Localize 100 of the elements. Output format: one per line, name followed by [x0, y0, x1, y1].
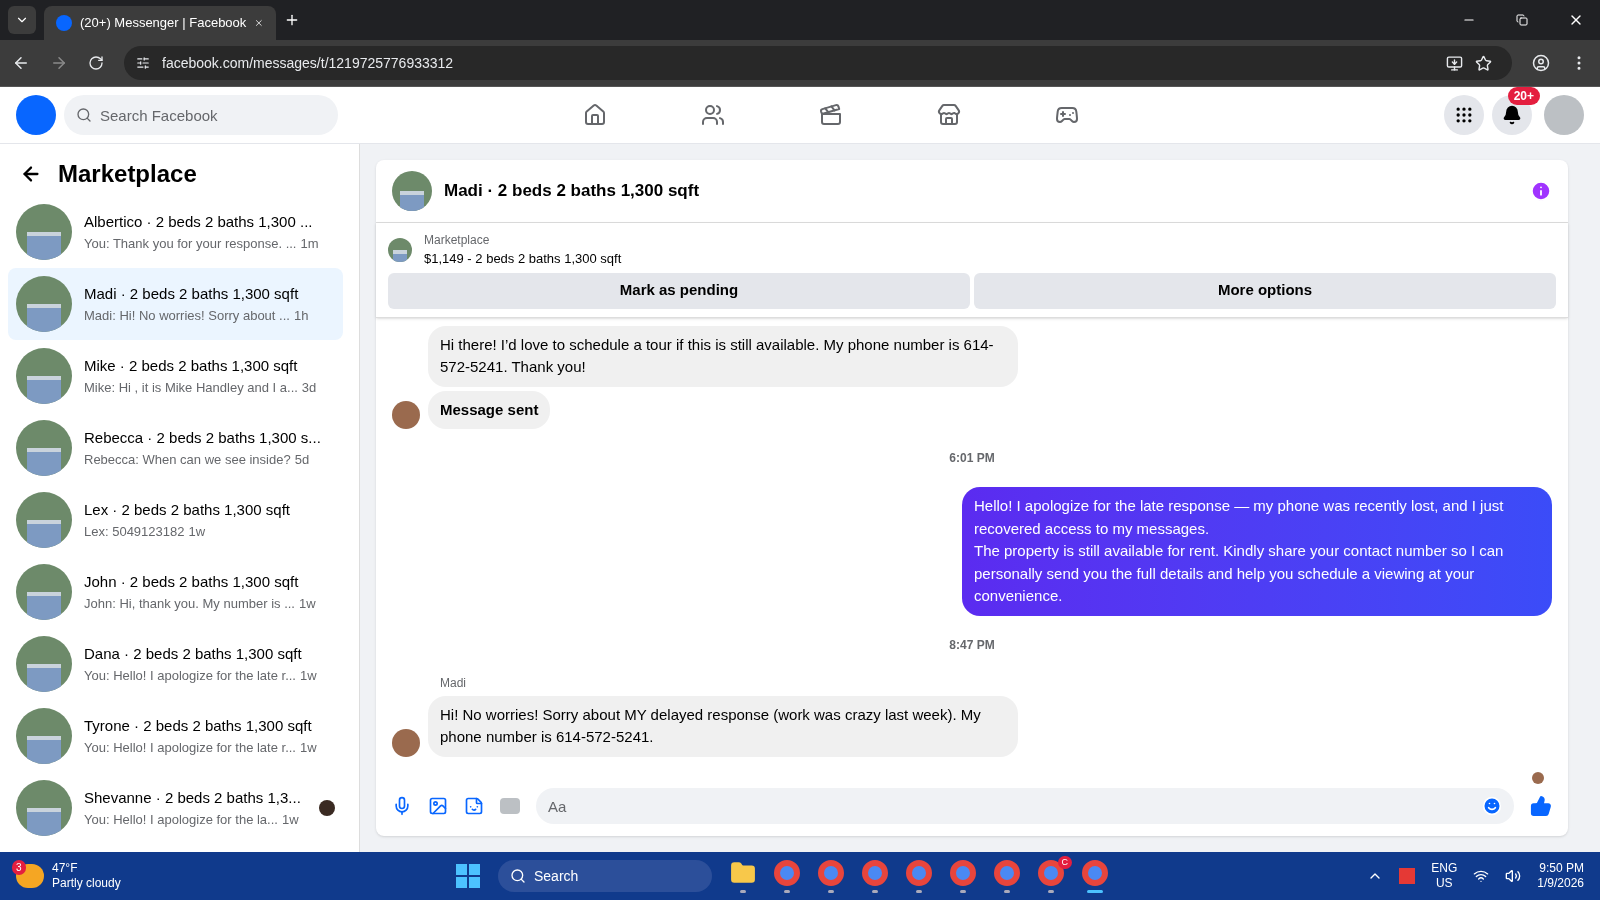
message-time: 1h — [293, 306, 309, 325]
conversation-title: Shevanne · 2 beds 2 baths 1,3... — [84, 788, 302, 808]
browser-icon[interactable] — [1038, 859, 1064, 886]
conversation-item[interactable]: John · 2 beds 2 baths 1,300 sqft John: Hi, thank you. My number is ... 1w — [8, 556, 343, 628]
menu-button[interactable] — [1444, 95, 1484, 135]
facebook-logo-icon — [56, 15, 72, 31]
browser-icon[interactable] — [818, 859, 844, 886]
weather-condition: Partly cloudy — [52, 876, 121, 891]
address-bar[interactable]: facebook.com/messages/t/1219725776933312 — [124, 46, 1512, 80]
microphone-icon[interactable] — [392, 796, 412, 816]
image-icon[interactable] — [428, 796, 448, 816]
message-time: 1w — [299, 594, 316, 613]
volume-icon[interactable] — [1505, 868, 1522, 884]
listing-source: Marketplace — [424, 232, 491, 249]
chat-title: Madi · 2 beds 2 baths 1,300 sqft — [444, 180, 701, 203]
start-icon[interactable] — [456, 864, 480, 888]
message-preview: Lex: 5049123182 — [84, 522, 185, 541]
conversation-item[interactable]: Rebecca · 2 beds 2 baths 1,300 s... Rebecca: When can we see inside? 5d — [8, 412, 343, 484]
action-button[interactable]: More options — [974, 272, 1556, 309]
avatar — [392, 728, 420, 757]
browser-icon[interactable] — [994, 859, 1020, 886]
conversation-title: Madi · 2 beds 2 baths 1,300 sqft — [84, 284, 300, 304]
forward-icon[interactable] — [50, 54, 68, 72]
message-field[interactable]: Aa — [536, 788, 1514, 824]
facebook-logo-icon[interactable] — [16, 95, 56, 135]
outgoing-message: Hello! I apologize for the late response — my phone was recently lost, and I just recovered access to my messages. The property is still available for rent. Kindly share your contact number so I can personally send you the full details and help you schedule a viewing at your convenience. — [962, 487, 1552, 616]
folder-icon[interactable] — [730, 859, 756, 886]
temperature: 47°F — [52, 861, 79, 876]
message-time: 5d — [294, 450, 310, 469]
listing-summary: $1,149 - 2 beds 2 baths 1,300 sqft — [424, 250, 622, 268]
conversation-item[interactable]: Dana · 2 beds 2 baths 1,300 sqft You: Hello! I apologize for the late r... 1w — [8, 628, 343, 700]
conversation-item[interactable]: Albertico · 2 beds 2 baths 1,300 ... You: Thank you for your response. ... 1m — [8, 196, 343, 268]
conversation-item[interactable]: Madi · 2 beds 2 baths 1,300 sqft Madi: Hi! No worries! Sorry about ... 1h — [8, 268, 343, 340]
friends-icon — [701, 103, 725, 127]
message-preview: You: Hello! I apologize for the late r... — [84, 666, 296, 685]
conversation-item[interactable]: Mike · 2 beds 2 baths 1,300 sqft Mike: Hi , it is Mike Handley and I a... 3d — [8, 340, 343, 412]
avatar — [1532, 772, 1544, 784]
message-preview: You: Hello! I apologize for the late r... — [84, 738, 296, 757]
search-icon — [76, 107, 92, 123]
clock-time[interactable]: 9:50 PM — [1539, 861, 1584, 876]
sidebar-title: Marketplace — [58, 159, 197, 189]
message-time: 1w — [300, 738, 317, 757]
region[interactable]: US — [1435, 876, 1453, 891]
message-preview: Mike: Hi , it is Mike Handley and I a... — [84, 378, 298, 397]
video-icon — [819, 103, 843, 127]
conversation-title: Rebecca · 2 beds 2 baths 1,300 s... — [84, 428, 322, 448]
conversation-title: Lex · 2 beds 2 baths 1,300 sqft — [84, 500, 291, 520]
profile-icon[interactable] — [1532, 54, 1550, 72]
install-icon[interactable] — [1446, 54, 1463, 72]
notification-badge: 20+ — [1507, 87, 1540, 105]
house-photo-placeholder — [16, 348, 72, 404]
conversation-title: Mike · 2 beds 2 baths 1,300 sqft — [84, 356, 299, 376]
reload-icon[interactable] — [88, 55, 104, 71]
house-photo-placeholder — [16, 276, 72, 332]
site-settings-icon[interactable] — [136, 56, 150, 70]
app-badge: C — [1057, 855, 1072, 869]
browser-tab[interactable]: (20+) Messenger | Facebook — [44, 6, 276, 40]
message-time: 3d — [301, 378, 317, 397]
conversation-item[interactable]: Lex · 2 beds 2 baths 1,300 sqft Lex: 5049123182 1w — [8, 484, 343, 556]
search-icon — [510, 868, 526, 884]
back-icon[interactable] — [12, 54, 30, 72]
tray-app-icon[interactable] — [1399, 868, 1416, 884]
weather-icon[interactable] — [16, 864, 44, 888]
bookmark-icon[interactable] — [1475, 54, 1492, 72]
timestamp: 6:01 PM — [949, 450, 995, 467]
browser-icon[interactable] — [774, 859, 800, 886]
conversation-title: Albertico · 2 beds 2 baths 1,300 ... — [84, 212, 314, 232]
message-preview: John: Hi, thank you. My number is ... — [84, 594, 295, 613]
bell-icon — [1502, 105, 1522, 125]
conversation-item[interactable]: Tyrone · 2 beds 2 baths 1,300 sqft You: Hello! I apologize for the late r... 1w — [8, 700, 343, 772]
incoming-message: Hi there! I’d love to schedule a tour if this is still available. My phone number is 614-572-5241. Thank you! — [428, 325, 1018, 387]
message-preview: You: Hello! I apologize for the la... — [84, 810, 278, 829]
clock-date[interactable]: 1/9/2026 — [1537, 876, 1584, 891]
house-photo-placeholder — [16, 420, 72, 476]
weather-badge: 3 — [12, 860, 26, 875]
browser-icon[interactable] — [906, 859, 932, 886]
house-photo-placeholder — [16, 708, 72, 764]
action-button[interactable]: Mark as pending — [388, 272, 970, 309]
network-icon[interactable] — [1473, 868, 1490, 884]
house-photo-placeholder — [392, 171, 432, 211]
timestamp: 8:47 PM — [949, 636, 995, 654]
like-icon[interactable] — [1530, 795, 1552, 817]
browser-icon[interactable] — [1082, 859, 1108, 886]
search-field[interactable]: Search Facebook — [64, 95, 338, 135]
sticker-icon[interactable] — [464, 796, 484, 816]
message-preview: Madi: Hi! No worries! Sorry about ... — [84, 306, 290, 325]
conversation-item[interactable]: Shevanne · 2 beds 2 baths 1,3... You: Hello! I apologize for the la... 1w — [8, 772, 343, 844]
house-photo-placeholder — [16, 636, 72, 692]
message-time: 1w — [300, 666, 317, 685]
browser-icon[interactable] — [862, 859, 888, 886]
restore-icon[interactable] — [1516, 14, 1528, 26]
message-preview: You: Thank you for your response. ... — [84, 234, 297, 253]
language[interactable]: ENG — [1431, 861, 1458, 876]
avatar — [392, 401, 420, 429]
message-time: 1m — [300, 234, 319, 253]
taskbar-search[interactable]: Search — [498, 860, 712, 892]
browser-icon[interactable] — [950, 859, 976, 886]
new-tab-icon[interactable] — [284, 12, 300, 28]
info-icon[interactable] — [1530, 180, 1552, 202]
tab-list-button[interactable] — [8, 6, 36, 34]
